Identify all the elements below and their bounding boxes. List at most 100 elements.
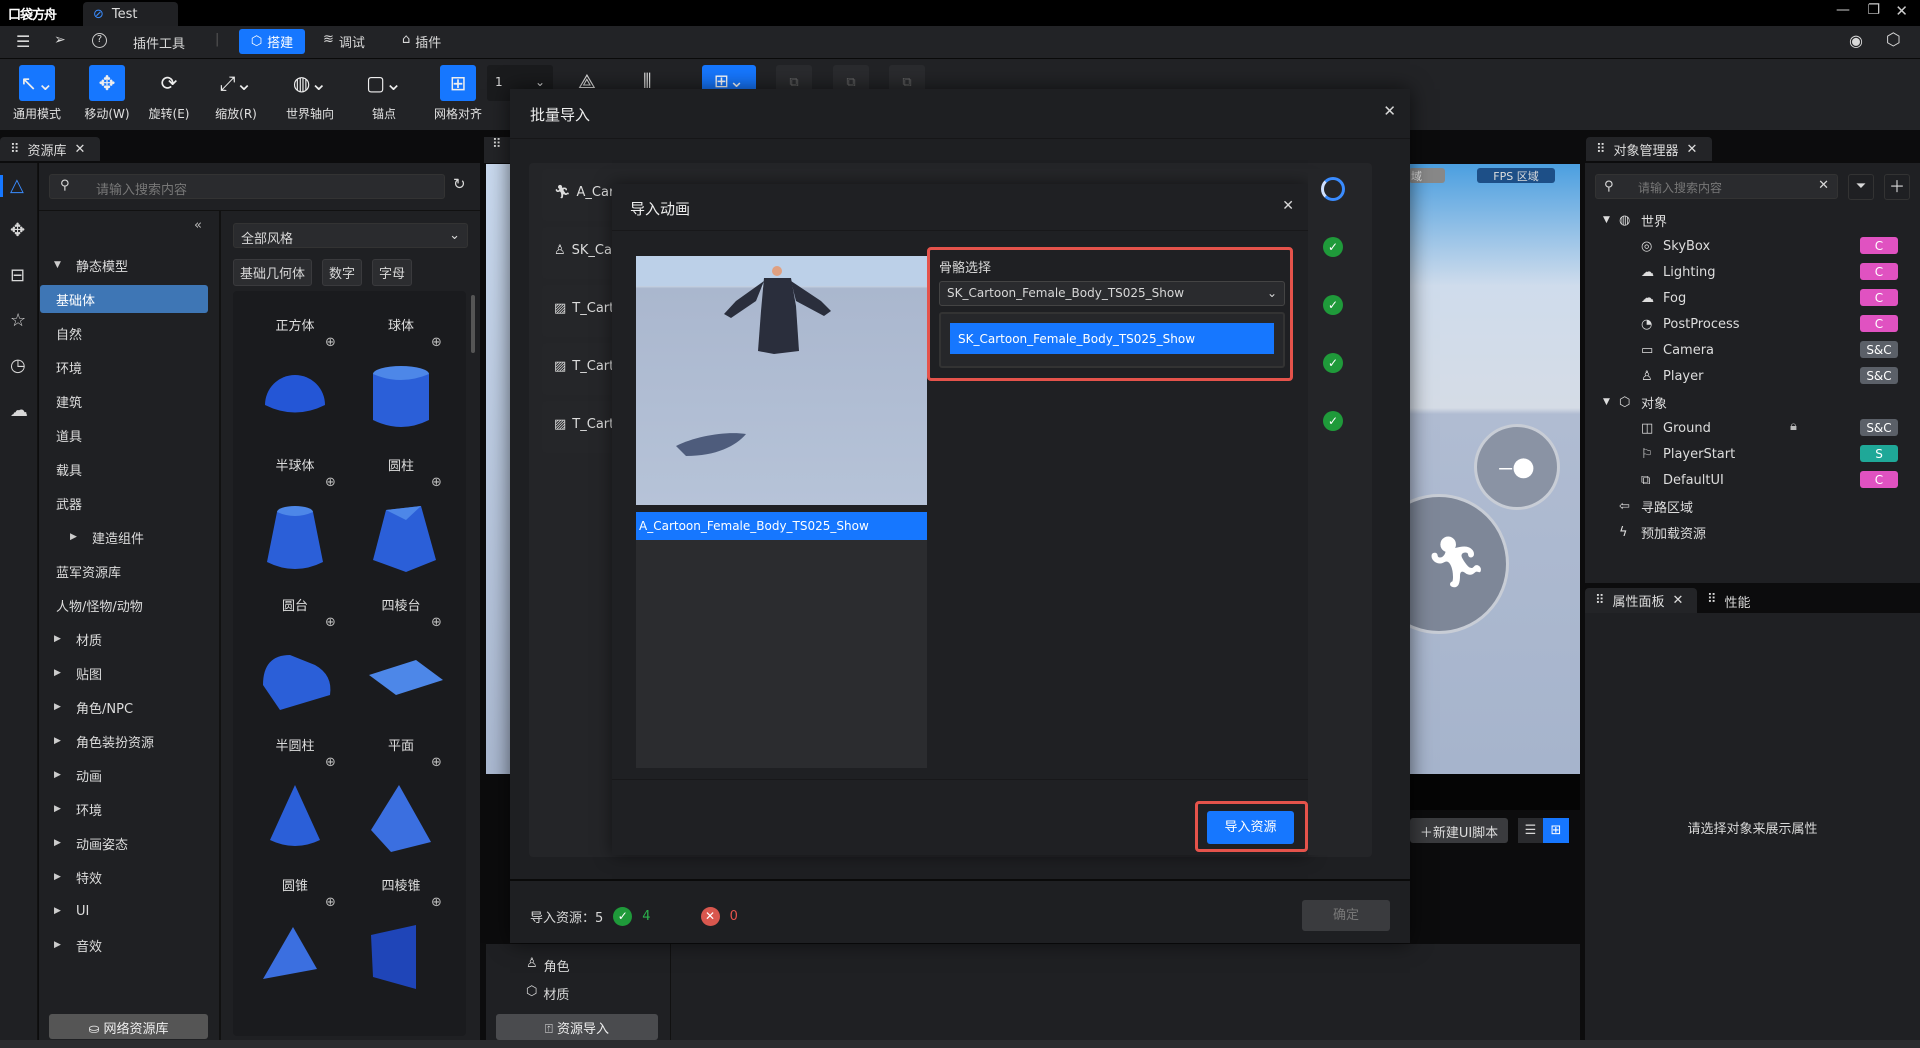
asset-thumbnail[interactable] bbox=[255, 780, 345, 858]
asset-thumbnail[interactable] bbox=[255, 360, 345, 438]
eye-icon[interactable]: ◉ bbox=[1849, 31, 1863, 50]
category-item[interactable]: 人物/怪物/动物 bbox=[40, 591, 208, 619]
asset-thumbnail[interactable] bbox=[361, 917, 451, 995]
category-item[interactable]: ▼ 静态模型 bbox=[40, 251, 208, 279]
category-item[interactable]: 道具 bbox=[40, 421, 208, 449]
category-item[interactable]: 建筑 bbox=[40, 387, 208, 415]
asset-thumbnail[interactable] bbox=[255, 640, 345, 718]
new-ui-script-button[interactable]: ＋新建UI脚本 bbox=[1410, 818, 1508, 843]
close-window-button[interactable]: ✕ bbox=[1895, 2, 1908, 20]
mode-plugin-button[interactable]: ⌂ 插件 bbox=[402, 32, 441, 51]
refresh-icon[interactable]: ↻ bbox=[453, 175, 466, 193]
filter-button[interactable]: ⏷ bbox=[1848, 174, 1874, 200]
toolbox-icon[interactable]: ⊟ bbox=[10, 265, 25, 286]
category-item[interactable]: ▶ 材质 bbox=[40, 625, 208, 653]
help-icon[interactable]: ? bbox=[92, 33, 107, 48]
zoom-in-icon[interactable]: ⊕ bbox=[325, 755, 336, 770]
mode-build-button[interactable]: ⬡ 搭建 bbox=[239, 29, 305, 54]
object-tree-item[interactable]: ☁ Lighting C bbox=[1585, 259, 1920, 285]
list-view-button[interactable]: ☰ bbox=[1518, 818, 1543, 843]
hamburger-menu-icon[interactable]: ☰ bbox=[16, 32, 30, 51]
category-item[interactable]: ▶ 建造组件 bbox=[40, 523, 208, 551]
resource-import-button[interactable]: ⍐ 资源导入 bbox=[496, 1014, 658, 1040]
asset-thumbnail[interactable] bbox=[255, 917, 345, 995]
category-item[interactable]: ▶ 贴图 bbox=[40, 659, 208, 687]
performance-tab[interactable]: ⠿ 性能 bbox=[1707, 592, 1751, 611]
clear-icon[interactable]: ✕ bbox=[1818, 178, 1829, 193]
star-icon[interactable]: ☆ bbox=[10, 310, 26, 331]
category-item[interactable]: ▶ UI bbox=[40, 897, 208, 925]
object-tree-item[interactable]: ▼ ⬡ 对象 bbox=[1585, 389, 1920, 415]
plugin-tools-menu[interactable]: 插件工具 bbox=[133, 33, 185, 52]
confirm-button[interactable]: 确定 bbox=[1302, 900, 1390, 931]
zoom-in-icon[interactable]: ⊕ bbox=[431, 895, 442, 910]
filter-chip[interactable]: 基础几何体 bbox=[233, 259, 313, 286]
restore-button[interactable]: ❐ bbox=[1867, 2, 1880, 18]
filter-chip[interactable]: 字母 bbox=[372, 259, 413, 286]
category-item[interactable]: 自然 bbox=[40, 319, 208, 347]
object-manager-tab[interactable]: ⠿ 对象管理器 ✕ bbox=[1586, 137, 1712, 161]
bottom-item-character[interactable]: ♙ 角色 bbox=[526, 956, 570, 975]
zoom-in-icon[interactable]: ⊕ bbox=[431, 475, 442, 490]
scrollbar[interactable] bbox=[471, 295, 475, 353]
send-icon[interactable]: ➢ bbox=[54, 32, 66, 48]
object-search-input[interactable]: ⚲ 请输入搜索内容 ✕ bbox=[1595, 174, 1838, 199]
history-icon[interactable]: ◷ bbox=[10, 355, 26, 376]
tool-button[interactable]: ⤢⌄ 缩放(R) bbox=[201, 65, 271, 122]
object-tree-item[interactable]: ▼ ◍ 世界 bbox=[1585, 207, 1920, 233]
category-item[interactable]: ▶ 角色装扮资源 bbox=[40, 727, 208, 755]
category-item[interactable]: 基础体 bbox=[40, 285, 208, 313]
network-library-button[interactable]: ⛀ 网络资源库 bbox=[49, 1014, 208, 1039]
object-tree-item[interactable]: ◎ SkyBox C bbox=[1585, 233, 1920, 259]
zoom-in-icon[interactable]: ⊕ bbox=[325, 615, 336, 630]
mode-debug-button[interactable]: ≋ 调试 bbox=[323, 32, 365, 51]
shapes-icon[interactable]: △ bbox=[10, 175, 24, 196]
skeleton-option[interactable]: SK_Cartoon_Female_Body_TS025_Show bbox=[950, 323, 1274, 354]
settings-icon[interactable]: ⬡ bbox=[1886, 30, 1901, 50]
viewport-tab[interactable]: ⠿ bbox=[484, 137, 510, 163]
category-item[interactable]: 武器 bbox=[40, 489, 208, 517]
category-item[interactable]: ▶ 环境 bbox=[40, 795, 208, 823]
object-tree-item[interactable]: ☁ Fog C bbox=[1585, 285, 1920, 311]
close-dialog-button[interactable]: ✕ bbox=[1282, 198, 1294, 214]
category-item[interactable]: 载具 bbox=[40, 455, 208, 483]
category-item[interactable]: ▶ 动画 bbox=[40, 761, 208, 789]
collapse-icon[interactable]: « bbox=[194, 218, 202, 233]
upload-cloud-icon[interactable]: ☁ bbox=[10, 400, 28, 421]
grid-view-button[interactable]: ⊞ bbox=[1543, 818, 1569, 843]
import-resource-button[interactable]: 导入资源 bbox=[1207, 811, 1294, 844]
object-tree-item[interactable]: ϟ 预加载资源 bbox=[1585, 519, 1920, 545]
object-tree-item[interactable]: ◫ Ground 🔒︎ S&C bbox=[1585, 415, 1920, 441]
close-icon[interactable]: ✕ bbox=[1687, 142, 1698, 157]
style-select[interactable]: 全部风格 ⌄ bbox=[233, 223, 468, 248]
skeleton-select[interactable]: SK_Cartoon_Female_Body_TS025_Show ⌄ bbox=[939, 281, 1285, 306]
asset-thumbnail[interactable] bbox=[361, 360, 451, 438]
zoom-in-icon[interactable]: ⊕ bbox=[325, 475, 336, 490]
asset-search-input[interactable]: ⚲ 请输入搜索内容 bbox=[49, 174, 445, 199]
tool-button[interactable]: ⊞ 网格对齐 bbox=[423, 65, 493, 122]
tab-label[interactable]: 属性面板 bbox=[1613, 591, 1665, 610]
minimize-button[interactable]: — bbox=[1836, 2, 1850, 18]
tool-button[interactable]: ✥ 移动(W) bbox=[72, 65, 142, 122]
object-tree-item[interactable]: ♙ Player S&C bbox=[1585, 363, 1920, 389]
asset-thumbnail[interactable] bbox=[255, 500, 345, 578]
asset-library-tab[interactable]: ⠿ 资源库 ✕ bbox=[0, 137, 100, 161]
components-icon[interactable]: ✥ bbox=[10, 220, 25, 241]
object-tree-item[interactable]: ⇦ 寻路区域 bbox=[1585, 493, 1920, 519]
close-icon[interactable]: ✕ bbox=[75, 142, 86, 157]
zoom-in-icon[interactable]: ⊕ bbox=[431, 755, 442, 770]
category-item[interactable]: 蓝军资源库 bbox=[40, 557, 208, 585]
category-item[interactable]: ▶ 特效 bbox=[40, 863, 208, 891]
zoom-in-icon[interactable]: ⊕ bbox=[325, 895, 336, 910]
category-item[interactable]: 环境 bbox=[40, 353, 208, 381]
tool-button[interactable]: ↖⌄ 通用模式 bbox=[2, 65, 72, 122]
game-viewport[interactable]: 域 FPS 区域 ⎯● 🏃︎ bbox=[1409, 164, 1580, 774]
zoom-in-icon[interactable]: ⊕ bbox=[431, 615, 442, 630]
filter-chip[interactable]: 数字 bbox=[322, 259, 363, 286]
jump-button-icon[interactable]: 🏃︎ bbox=[1409, 494, 1509, 634]
document-tab[interactable]: ⊘ Test bbox=[83, 2, 178, 26]
asset-thumbnail[interactable] bbox=[361, 500, 451, 578]
tool-button[interactable]: ◍⌄ 世界轴向 bbox=[275, 65, 345, 122]
zoom-in-icon[interactable]: ⊕ bbox=[431, 335, 442, 350]
lock-icon[interactable]: 🔒︎ bbox=[1790, 419, 1797, 434]
